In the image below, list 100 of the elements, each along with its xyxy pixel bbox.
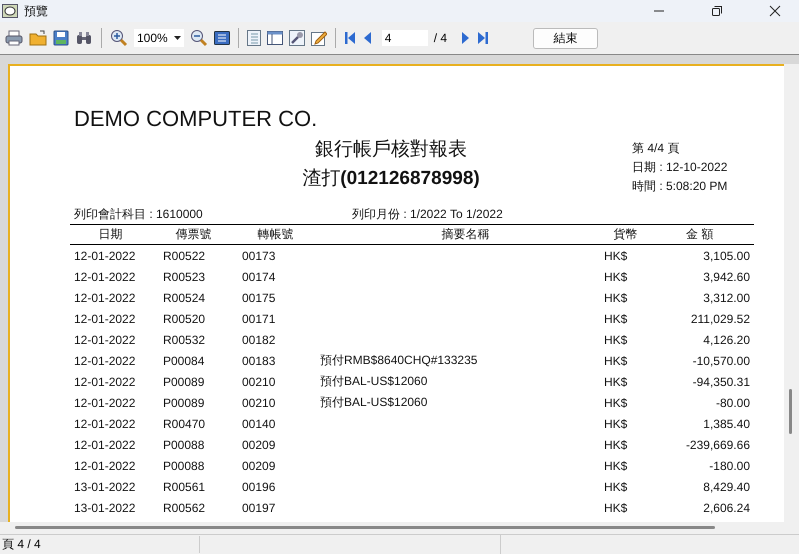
table-cell-text: 12-01-2022 bbox=[73, 290, 136, 304]
month-range: 列印月份 : 1/2022 To 1/2022 bbox=[352, 206, 503, 223]
report-subtitle: 渣打(012126878998) bbox=[302, 166, 480, 191]
table-cell-text: R00470 bbox=[163, 416, 206, 430]
caret-icon bbox=[174, 36, 181, 40]
table-cell-text: 8,429.40 bbox=[702, 480, 750, 494]
table-cell-text: P00088 bbox=[163, 458, 206, 472]
table-cell-text: 00175 bbox=[242, 290, 276, 304]
table-cell-text: R00562 bbox=[163, 500, 206, 514]
table-cell-text: -80.00 bbox=[714, 396, 750, 410]
binoculars-icon[interactable] bbox=[75, 30, 93, 46]
table-cell-text: HK$ bbox=[604, 248, 628, 262]
scrollbar-thumb[interactable] bbox=[15, 526, 715, 529]
table-cell-text: 預付BAL-US$12060 bbox=[320, 394, 428, 411]
table-cell-text: HK$ bbox=[604, 416, 628, 430]
page-input[interactable]: 4 bbox=[382, 30, 428, 46]
table-cell-text: P00084 bbox=[163, 354, 206, 368]
table-cell-text: 3,942.60 bbox=[702, 270, 750, 284]
table-cell-text: HK$ bbox=[604, 438, 628, 452]
table-cell-text: R00520 bbox=[163, 312, 206, 326]
table-cell-text: R00561 bbox=[163, 480, 206, 494]
table-cell-text: 12-01-2022 bbox=[73, 416, 136, 430]
table-cell-text: 2,606.24 bbox=[702, 500, 750, 514]
save-icon[interactable] bbox=[53, 30, 69, 46]
table-cell-text: HK$ bbox=[604, 374, 628, 388]
table-cell-text: 12-01-2022 bbox=[73, 248, 136, 262]
table-cell-text: 1,385.40 bbox=[702, 416, 750, 430]
table-cell-text: 00197 bbox=[242, 500, 276, 514]
zoom-in-icon[interactable] bbox=[110, 29, 128, 47]
table-cell-text: 12-01-2022 bbox=[73, 354, 136, 368]
table-cell-text: 3,105.00 bbox=[702, 248, 750, 262]
table-cell-text: 00140 bbox=[242, 416, 276, 430]
table-cell-text: 00196 bbox=[242, 480, 276, 494]
table-cell-text: 211,029.52 bbox=[690, 312, 750, 326]
table-cell-text: 3,312.00 bbox=[702, 290, 750, 304]
first-page-icon[interactable] bbox=[344, 31, 356, 45]
edit-icon[interactable] bbox=[310, 30, 327, 46]
close-icon[interactable] bbox=[769, 5, 781, 17]
table-cell-text: HK$ bbox=[604, 290, 628, 304]
column-header: 傳票號 bbox=[174, 226, 213, 243]
table-cell-text: 00210 bbox=[242, 396, 276, 410]
table-cell-text: HK$ bbox=[604, 458, 628, 472]
table-cell-text: 12-01-2022 bbox=[73, 458, 136, 472]
table-cell-text: 00183 bbox=[242, 354, 276, 368]
column-header: 金 額 bbox=[684, 226, 714, 243]
table-cell-text: 預付RMB$8640CHQ#133235 bbox=[320, 352, 478, 369]
app-icon bbox=[2, 4, 18, 18]
zoom-dropdown[interactable]: 100% bbox=[134, 29, 184, 47]
status-page: 頁 4 / 4 bbox=[0, 536, 200, 553]
account-label: 列印會計科目 : 1610000 bbox=[73, 206, 204, 223]
close-button[interactable]: 結束 bbox=[533, 28, 598, 48]
table-cell-text: 4,126.20 bbox=[702, 332, 750, 346]
report-title: 銀行帳戶核對報表 bbox=[315, 137, 467, 162]
page-info: 第 4/4 頁 bbox=[632, 140, 680, 157]
table-cell-text: 12-01-2022 bbox=[73, 438, 136, 452]
table-cell-text: 預付BAL-US$12060 bbox=[320, 373, 428, 390]
table-cell-text: HK$ bbox=[604, 332, 628, 346]
table-cell-text: 00182 bbox=[242, 332, 276, 346]
table-cell-text: -94,350.31 bbox=[692, 374, 750, 388]
table-cell-text: R00523 bbox=[163, 270, 206, 284]
table-cell-text: R00522 bbox=[163, 248, 206, 262]
window-title: 預覽 bbox=[24, 2, 48, 20]
table-cell-text: 12-01-2022 bbox=[73, 270, 136, 284]
table-cell-text: P00089 bbox=[163, 396, 206, 410]
table-cell-text: -10,570.00 bbox=[692, 354, 750, 368]
layout-icon[interactable] bbox=[266, 31, 283, 45]
print-date: 日期 : 12-10-2022 bbox=[632, 159, 728, 176]
company-name: DEMO COMPUTER CO. bbox=[74, 106, 318, 132]
printer-icon[interactable] bbox=[5, 30, 23, 46]
maximize-icon[interactable] bbox=[711, 5, 723, 17]
next-page-icon[interactable] bbox=[461, 31, 472, 45]
page-icon[interactable] bbox=[246, 30, 261, 46]
folder-icon[interactable] bbox=[29, 30, 47, 46]
table-cell-text: R00532 bbox=[163, 332, 206, 346]
table-cell-text: HK$ bbox=[604, 480, 628, 494]
table-cell-text: -180.00 bbox=[708, 458, 750, 472]
fit-page-icon[interactable] bbox=[214, 31, 230, 45]
column-header: 貨幣 bbox=[612, 226, 639, 243]
table-cell-text: R00524 bbox=[163, 290, 206, 304]
column-header: 摘要名稱 bbox=[440, 226, 490, 243]
table-cell-text: P00089 bbox=[163, 374, 206, 388]
page-total: / 4 bbox=[434, 31, 448, 45]
table-cell-text: HK$ bbox=[604, 396, 628, 410]
table-cell-text: HK$ bbox=[604, 270, 628, 284]
table-cell-text: HK$ bbox=[604, 354, 628, 368]
print-time: 時間 : 5:08:20 PM bbox=[632, 178, 728, 195]
table-cell-text: 12-01-2022 bbox=[73, 396, 136, 410]
scrollbar-thumb[interactable] bbox=[789, 389, 792, 434]
column-header: 日期 bbox=[98, 226, 124, 243]
column-header: 轉帳號 bbox=[256, 226, 295, 243]
table-cell-text: 12-01-2022 bbox=[73, 332, 136, 346]
zoom-out-icon[interactable] bbox=[190, 29, 208, 47]
table-cell-text: -239,669.66 bbox=[684, 438, 750, 452]
last-page-icon[interactable] bbox=[477, 31, 490, 45]
table-cell-text: HK$ bbox=[604, 312, 628, 326]
table-cell-text: 00173 bbox=[242, 248, 276, 262]
table-cell-text: 00209 bbox=[242, 458, 276, 472]
table-cell-text: 12-01-2022 bbox=[73, 374, 136, 388]
table-cell-text: P00088 bbox=[163, 438, 206, 452]
previous-page-icon[interactable] bbox=[362, 31, 372, 45]
